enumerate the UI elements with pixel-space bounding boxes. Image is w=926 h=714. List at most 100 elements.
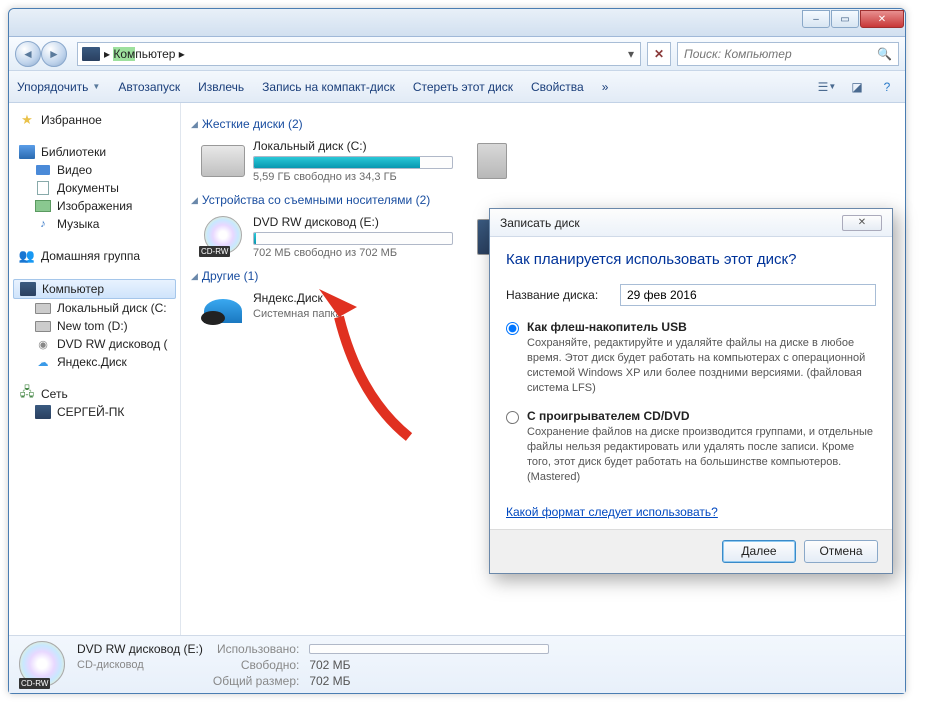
sidebar-item-newtom-d[interactable]: New tom (D:)	[13, 317, 176, 335]
option-cddvd-desc: Сохранение файлов на диске производится …	[527, 425, 876, 484]
sidebar-item-localdisk-c[interactable]: Локальный диск (C:	[13, 299, 176, 317]
toolbar: Упорядочить▼ Автозапуск Извлечь Запись н…	[9, 71, 905, 103]
option-cddvd-title: С проигрывателем CD/DVD	[527, 409, 876, 423]
drive-c[interactable]: Локальный диск (C:) 5,59 ГБ свободно из …	[197, 135, 457, 187]
category-hard-disks[interactable]: ◢Жесткие диски (2)	[191, 117, 895, 131]
yandex-disk-icon	[201, 291, 245, 331]
view-menu-icon[interactable]: ☰ ▼	[817, 78, 837, 96]
sidebar-libraries[interactable]: Библиотеки	[13, 143, 176, 161]
used-label: Использовано:	[213, 642, 299, 656]
burn-disc-dialog: Записать диск ✕ Как планируется использо…	[489, 208, 893, 574]
organize-menu[interactable]: Упорядочить▼	[17, 80, 100, 94]
option-cddvd-radio[interactable]	[506, 411, 519, 424]
sidebar-homegroup[interactable]: 👥Домашняя группа	[13, 247, 176, 265]
free-value: 702 МБ	[309, 658, 549, 672]
star-icon: ★	[19, 113, 35, 127]
which-format-link[interactable]: Какой формат следует использовать?	[506, 505, 718, 519]
dialog-buttons: Далее Отмена	[490, 529, 892, 573]
drive-stat: 5,59 ГБ свободно из 34,3 ГБ	[253, 171, 453, 183]
navigation-bar: ◄ ► ▸ Компьютер ▸ ▾ ✕ 🔍	[9, 37, 905, 71]
disc-name-label: Название диска:	[506, 288, 610, 302]
computer-icon	[20, 282, 36, 296]
back-button[interactable]: ◄	[15, 41, 41, 67]
sidebar-item-music[interactable]: ♪Музыка	[13, 215, 176, 233]
hdd-icon	[35, 319, 51, 333]
option-cddvd[interactable]: С проигрывателем CD/DVD Сохранение файло…	[506, 409, 876, 484]
drive-stat: 702 МБ свободно из 702 МБ	[253, 247, 453, 259]
hdd-icon	[201, 145, 245, 177]
address-bar[interactable]: ▸ Компьютер ▸ ▾	[77, 42, 641, 66]
document-icon	[35, 181, 51, 195]
status-drive-sub: CD-дисковод	[77, 659, 203, 671]
cancel-button[interactable]: Отмена	[804, 540, 878, 563]
more-menu[interactable]: »	[602, 80, 609, 94]
dialog-close-button[interactable]: ✕	[842, 215, 882, 231]
eject-button[interactable]: Извлечь	[198, 80, 244, 94]
minimize-button[interactable]: –	[802, 10, 830, 28]
hdd-icon	[35, 301, 51, 315]
dialog-title-text: Записать диск	[500, 216, 580, 230]
forward-button[interactable]: ►	[41, 41, 67, 67]
homegroup-icon: 👥	[19, 249, 35, 263]
dialog-question: Как планируется использовать этот диск?	[506, 251, 876, 268]
titlebar: – ▭ ✕	[9, 9, 905, 37]
dvd-icon: ◉	[35, 337, 51, 351]
stop-button[interactable]: ✕	[647, 42, 671, 66]
sidebar-item-documents[interactable]: Документы	[13, 179, 176, 197]
sidebar-item-pc[interactable]: СЕРГЕЙ-ПК	[13, 403, 176, 421]
option-usb-title: Как флеш-накопитель USB	[527, 320, 876, 334]
explorer-window: – ▭ ✕ ◄ ► ▸ Компьютер ▸ ▾ ✕ 🔍 Упорядочит…	[8, 8, 906, 694]
window-body: ★Избранное Библиотеки Видео Документы Из…	[9, 103, 905, 635]
sidebar-item-videos[interactable]: Видео	[13, 161, 176, 179]
pictures-icon	[35, 199, 51, 213]
drive-name: Локальный диск (C:)	[253, 139, 453, 153]
close-button[interactable]: ✕	[860, 10, 904, 28]
sidebar-item-dvdrw-e[interactable]: ◉DVD RW дисковод (	[13, 335, 176, 353]
drive-name: DVD RW дисковод (E:)	[253, 215, 453, 229]
total-label: Общий размер:	[213, 674, 299, 688]
total-value: 702 МБ	[309, 674, 549, 688]
next-button[interactable]: Далее	[722, 540, 796, 563]
computer-icon	[82, 47, 100, 61]
sidebar-item-yandex[interactable]: ☁Яндекс.Диск	[13, 353, 176, 371]
network-icon: 🖧	[19, 387, 35, 401]
disc-name-input[interactable]	[620, 284, 876, 306]
drive-e-dvdrw[interactable]: DVD RW дисковод (E:) 702 МБ свободно из …	[197, 211, 457, 263]
sidebar-item-pictures[interactable]: Изображения	[13, 197, 176, 215]
option-usb[interactable]: Как флеш-накопитель USB Сохраняйте, реда…	[506, 320, 876, 395]
option-usb-desc: Сохраняйте, редактируйте и удаляйте файл…	[527, 336, 876, 395]
help-icon[interactable]: ?	[877, 78, 897, 96]
address-text: ▸ Компьютер ▸	[104, 47, 185, 61]
yandex-icon: ☁	[35, 355, 51, 369]
collapse-icon: ◢	[191, 119, 198, 130]
drive-yandex[interactable]: Яндекс.Диск Системная папка	[197, 287, 457, 335]
erase-button[interactable]: Стереть этот диск	[413, 80, 513, 94]
sidebar-favorites[interactable]: ★Избранное	[13, 111, 176, 129]
sidebar-network[interactable]: 🖧Сеть	[13, 385, 176, 403]
search-icon: 🔍	[877, 47, 892, 61]
collapse-icon: ◢	[191, 271, 198, 282]
address-dropdown-icon[interactable]: ▾	[622, 47, 640, 61]
cdrw-icon	[201, 215, 245, 255]
free-label: Свободно:	[213, 658, 299, 672]
properties-button[interactable]: Свойства	[531, 80, 584, 94]
status-drive-name: DVD RW дисковод (E:)	[77, 642, 203, 656]
navigation-pane: ★Избранное Библиотеки Видео Документы Из…	[9, 103, 181, 635]
drive-partial[interactable]	[477, 143, 507, 179]
autorun-button[interactable]: Автозапуск	[118, 80, 180, 94]
maximize-button[interactable]: ▭	[831, 10, 859, 28]
usage-bar	[253, 156, 453, 169]
video-icon	[35, 163, 51, 177]
usage-bar	[253, 232, 453, 245]
search-box[interactable]: 🔍	[677, 42, 899, 66]
drive-sub: Системная папка	[253, 308, 453, 320]
sidebar-computer[interactable]: Компьютер	[13, 279, 176, 299]
used-bar	[309, 644, 549, 654]
cdrw-icon	[19, 641, 67, 689]
details-pane: DVD RW дисковод (E:) Использовано: CD-ди…	[9, 635, 905, 693]
burn-button[interactable]: Запись на компакт-диск	[262, 80, 395, 94]
category-removable[interactable]: ◢Устройства со съемными носителями (2)	[191, 193, 895, 207]
search-input[interactable]	[684, 47, 877, 61]
option-usb-radio[interactable]	[506, 322, 519, 335]
preview-pane-icon[interactable]: ◪	[847, 78, 867, 96]
